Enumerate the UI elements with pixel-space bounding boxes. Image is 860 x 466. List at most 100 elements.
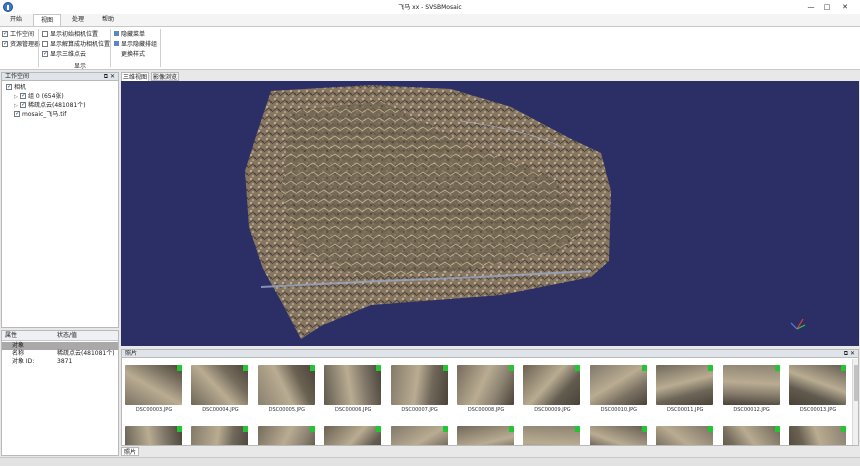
- show-hide-panels-button[interactable]: 显示隐藏排组: [114, 40, 157, 49]
- menu-tab-start[interactable]: 开始: [2, 14, 30, 26]
- show-point-cloud-toggle[interactable]: 显示三维点云: [42, 50, 86, 59]
- photo-thumbnail[interactable]: [589, 426, 647, 445]
- tab-image-browse[interactable]: 影像浏览: [151, 72, 179, 81]
- checkbox-icon[interactable]: [14, 110, 20, 118]
- checkbox-icon[interactable]: [2, 30, 8, 38]
- photo-filename: DSC00012.JPG: [733, 407, 770, 413]
- menu-tab-process[interactable]: 处理: [64, 14, 92, 26]
- photo-thumbnail[interactable]: [523, 365, 581, 405]
- checkbox-icon[interactable]: [42, 50, 48, 58]
- aligned-status-icon: [708, 365, 714, 371]
- hide-menu-button[interactable]: 隐藏菜单: [114, 30, 145, 39]
- checkbox-icon[interactable]: [6, 83, 12, 91]
- photo-thumbnail[interactable]: [324, 365, 382, 405]
- checkbox-icon[interactable]: [20, 92, 26, 100]
- property-row[interactable]: 名称 稀疏点云(481081个): [2, 350, 118, 358]
- property-row[interactable]: 对象 ID: 3871: [2, 358, 118, 366]
- aligned-status-icon: [309, 365, 315, 371]
- close-button[interactable]: ✕: [840, 2, 850, 12]
- change-style-button[interactable]: 更换样式: [121, 50, 145, 59]
- workspace-toggle[interactable]: 工作空间: [2, 30, 34, 39]
- aligned-status-icon: [841, 426, 846, 432]
- ribbon-divider: [110, 29, 111, 67]
- show-hide-panels-label: 显示隐藏排组: [121, 41, 158, 48]
- close-icon[interactable]: ✕: [110, 73, 115, 80]
- workspace-toggle-label: 工作空间: [10, 31, 35, 38]
- view-tabs: 三维视图 影像浏览: [121, 72, 859, 81]
- axis-gizmo-icon: [790, 318, 806, 330]
- aligned-status-icon: [575, 365, 581, 371]
- photo-thumbnail[interactable]: [390, 426, 448, 445]
- photo-thumbnail[interactable]: [789, 365, 846, 405]
- photo-filename: DSC00009.JPG: [534, 407, 571, 413]
- aligned-status-icon: [376, 365, 382, 371]
- aligned-status-icon: [442, 426, 448, 432]
- show-initial-camera-label: 显示初始相机位置: [50, 31, 99, 38]
- tree-item-cameras-label: 相机: [14, 84, 27, 91]
- aligned-status-icon: [575, 426, 581, 432]
- photo-filename: DSC00006.JPG: [335, 407, 372, 413]
- photos-panel-title: 照片 ⧉ ✕: [122, 350, 858, 358]
- 3d-viewport[interactable]: [121, 81, 859, 346]
- window-title: 飞马 xx - SVSBMosaic: [398, 4, 462, 11]
- float-icon[interactable]: ⧉: [104, 73, 108, 80]
- photo-thumbnail[interactable]: [191, 426, 249, 445]
- tab-photos[interactable]: 照片: [121, 447, 139, 456]
- photo-thumbnail[interactable]: [722, 365, 780, 405]
- resource-manager-toggle[interactable]: 资源管理器: [2, 40, 40, 49]
- ribbon: 工作空间 资源管理器 显示初始相机位置 显示解算成功相机位置 显示三维点云 显示…: [0, 26, 860, 70]
- photo-thumbnail[interactable]: [789, 426, 846, 445]
- resource-manager-label: 资源管理器: [10, 41, 41, 48]
- float-icon[interactable]: ⧉: [844, 350, 848, 357]
- aligned-status-icon: [509, 365, 514, 371]
- point-cloud-canvas[interactable]: [121, 81, 859, 346]
- tab-3d-view[interactable]: 三维视图: [121, 72, 149, 81]
- checkbox-icon[interactable]: [42, 30, 48, 37]
- menu-tab-view[interactable]: 视图: [33, 14, 61, 26]
- photo-thumbnail[interactable]: [656, 365, 714, 405]
- photo-thumbnail[interactable]: [324, 426, 382, 445]
- photo-filename: DSC00004.JPG: [202, 407, 239, 413]
- photo-thumbnail[interactable]: [125, 365, 182, 405]
- show-solved-camera-toggle[interactable]: 显示解算成功相机位置: [42, 40, 110, 49]
- photos-scrollbar[interactable]: [852, 359, 858, 445]
- photo-thumbnail[interactable]: [722, 426, 780, 445]
- photo-thumbnail[interactable]: [457, 426, 514, 445]
- properties-header: 属性 状态/值: [2, 331, 118, 341]
- property-name-key: 名称: [12, 350, 25, 357]
- photo-thumbnail[interactable]: [457, 365, 514, 405]
- checkbox-icon[interactable]: [2, 40, 8, 48]
- show-point-cloud-label: 显示三维点云: [50, 51, 87, 58]
- tree-item-mosaic-label: mosaic_飞马.tif: [22, 111, 67, 118]
- menu-tab-help[interactable]: 帮助: [94, 14, 122, 26]
- workspace-panel-title-text: 工作空间: [5, 73, 30, 80]
- photo-filename: DSC00013.JPG: [799, 407, 837, 413]
- photos-panel: 照片 ⧉ ✕ DSC00003.JPG DSC00004.JPG DSC00005.…: [121, 349, 859, 446]
- status-bar: [0, 457, 860, 466]
- minimize-button[interactable]: —: [806, 2, 816, 12]
- maximize-button[interactable]: □: [822, 2, 832, 12]
- photo-thumbnail[interactable]: [257, 365, 315, 405]
- property-section-row[interactable]: 对象: [2, 342, 118, 350]
- checkbox-icon[interactable]: [20, 101, 26, 109]
- tree-item-pointcloud[interactable]: ▷稀疏点云(481081个): [14, 101, 86, 110]
- photo-thumbnail[interactable]: [257, 426, 315, 445]
- close-icon[interactable]: ✕: [850, 350, 855, 357]
- photo-thumbnail[interactable]: [390, 365, 448, 405]
- photo-thumbnail[interactable]: [125, 426, 182, 445]
- show-initial-camera-toggle[interactable]: 显示初始相机位置: [42, 30, 98, 39]
- title-bar: 飞马 xx - SVSBMosaic — □ ✕: [0, 0, 860, 14]
- aligned-status-icon: [376, 426, 382, 432]
- photo-thumbnail[interactable]: [589, 365, 647, 405]
- checkbox-icon[interactable]: [42, 40, 48, 47]
- workspace-panel: 工作空间 ⧉ ✕ 相机 ▷组 0 (654张) ▷稀疏点云(481081个) m…: [1, 72, 119, 328]
- scrollbar-thumb[interactable]: [854, 365, 858, 401]
- tree-item-mosaic[interactable]: mosaic_飞马.tif: [14, 110, 66, 119]
- photo-thumbnail[interactable]: [191, 365, 249, 405]
- properties-panel: 属性 状态/值 对象 名称 稀疏点云(481081个) 对象 ID: 3871: [1, 330, 119, 456]
- aligned-status-icon: [841, 365, 846, 371]
- photo-thumbnail[interactable]: [523, 426, 581, 445]
- menu-bar: 开始 视图 处理 帮助: [0, 14, 860, 26]
- photo-thumbnail[interactable]: [656, 426, 714, 445]
- photo-filename: DSC00011.JPG: [667, 407, 704, 413]
